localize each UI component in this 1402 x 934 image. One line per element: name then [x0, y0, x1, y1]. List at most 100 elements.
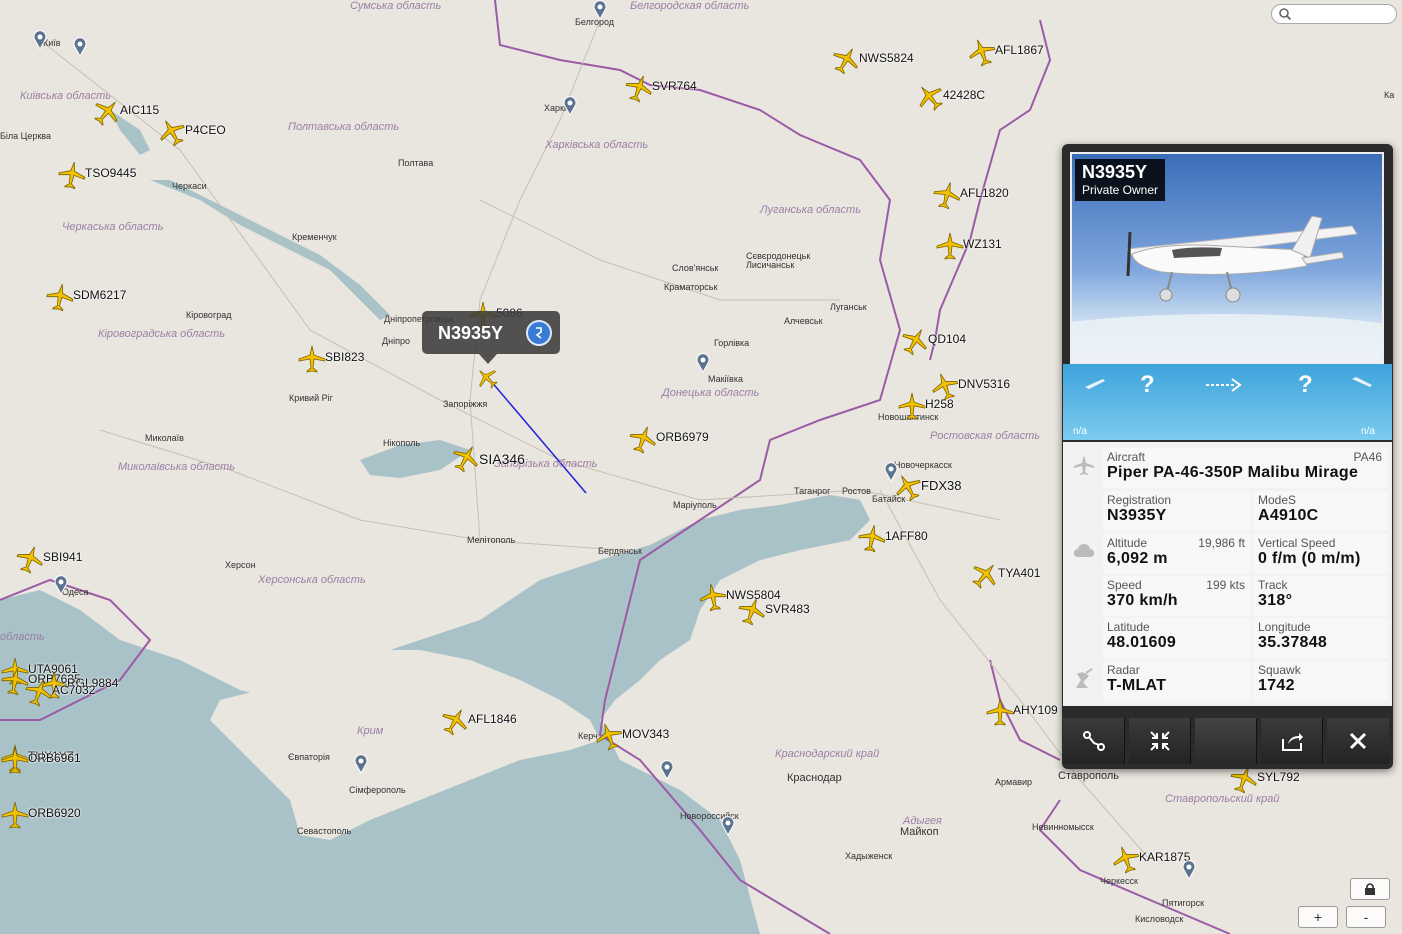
airport-pin-icon[interactable] [1181, 860, 1197, 880]
aircraft-marker[interactable]: SVR483 [737, 596, 810, 626]
aircraft-marker[interactable]: P4CEO [157, 117, 226, 147]
vspeed-value: 0 f/m (0 m/m) [1258, 550, 1361, 567]
airplane-icon [738, 598, 765, 626]
aircraft-marker[interactable]: WZ131 [935, 231, 1002, 261]
track-cell: Track 318° [1254, 576, 1388, 616]
aircraft-marker[interactable]: MOV343 [594, 721, 669, 751]
search-box[interactable] [1271, 4, 1397, 24]
flight-callsign: AIC115 [120, 103, 160, 117]
flight-callsign: AFL1846 [468, 712, 517, 726]
collapse-icon [1150, 731, 1170, 751]
collapse-button[interactable] [1129, 718, 1191, 764]
squawk-label: Squawk [1258, 663, 1301, 677]
route-arrow-icon [1206, 378, 1242, 392]
aircraft-marker[interactable]: H258 [897, 391, 954, 421]
airplane-icon [442, 709, 467, 736]
aircraft-marker[interactable]: NWS5804 [698, 582, 781, 612]
modes-cell: ModeS A4910C [1254, 491, 1388, 531]
aircraft-marker[interactable]: AHY109 [985, 697, 1058, 727]
airplane-icon [160, 120, 185, 147]
route-from: ? [1140, 371, 1155, 398]
aircraft-marker[interactable]: SIA346 [451, 443, 525, 473]
speed-cell: Speed 199 kts 370 km/h [1103, 576, 1251, 616]
aircraft-marker[interactable]: TYA401 [970, 560, 1040, 590]
aircraft-marker[interactable]: AFL1867 [967, 37, 1044, 67]
aircraft-marker[interactable]: ORB6920 [0, 800, 81, 830]
flight-callsign: SDM6217 [73, 288, 127, 302]
flight-callsign: P4CEO [185, 123, 226, 137]
flight-callsign: NWS5824 [859, 51, 914, 65]
radar-cell: Radar T-MLAT [1103, 661, 1251, 701]
aircraft-marker[interactable]: AIC115 [92, 97, 159, 127]
airplane-icon [833, 48, 858, 75]
lock-button[interactable] [1350, 878, 1390, 900]
speed-kts: 199 kts [1206, 578, 1245, 592]
aircraft-marker[interactable]: 42428C [915, 82, 985, 112]
aircraft-photo: N3935Y Private Owner [1070, 152, 1384, 364]
airplane-icon [94, 101, 118, 126]
follow-icon[interactable] [526, 320, 552, 346]
airplane-icon [933, 182, 961, 210]
aircraft-marker[interactable]: NWS5824 [831, 45, 914, 75]
flight-callsign: SBI941 [43, 550, 83, 564]
aircraft-marker[interactable]: 1AFF80 [857, 523, 928, 553]
airplane-icon [625, 75, 652, 103]
close-icon [1349, 732, 1367, 750]
aircraft-marker[interactable]: QD104 [900, 326, 966, 356]
airport-pin-icon[interactable] [32, 30, 48, 50]
airport-pin-icon[interactable] [72, 37, 88, 57]
route-button[interactable] [1063, 718, 1125, 764]
selected-aircraft-marker[interactable] [475, 366, 499, 390]
aircraft-marker[interactable]: SVR764 [624, 73, 697, 103]
aircraft-marker[interactable]: TSO9445 [57, 160, 136, 190]
aircraft-marker[interactable]: AFL1820 [932, 180, 1009, 210]
aircraft-marker[interactable]: AFL1846 [440, 706, 517, 736]
search-input[interactable] [1294, 6, 1394, 24]
share-button[interactable] [1261, 718, 1323, 764]
altitude-label: Altitude [1107, 536, 1148, 550]
airport-pin-icon[interactable] [883, 462, 899, 482]
aircraft-marker[interactable]: ORB6961 [0, 745, 81, 775]
aircraft-marker[interactable]: KAR1875 [1111, 844, 1190, 874]
airport-pin-icon[interactable] [353, 754, 369, 774]
speed-label: Speed [1107, 578, 1142, 592]
aircraft-label: Aircraft [1107, 450, 1146, 464]
flight-callsign: AFL1820 [960, 186, 1009, 200]
aircraft-marker[interactable]: SBI823 [297, 344, 364, 374]
flight-callsign: SVR764 [652, 79, 697, 93]
airport-pin-icon[interactable] [720, 816, 736, 836]
zoom-out-button[interactable]: - [1346, 906, 1386, 928]
flight-callsign: SIA346 [479, 451, 525, 467]
speed-value: 370 km/h [1107, 592, 1178, 609]
aircraft-marker[interactable]: ORB6979 [628, 424, 709, 454]
airport-pin-icon[interactable] [659, 760, 675, 780]
share-icon [1282, 733, 1303, 751]
airport-pin-icon[interactable] [53, 575, 69, 595]
squawk-value: 1742 [1258, 677, 1295, 694]
airport-pin-icon[interactable] [592, 0, 608, 20]
search-icon [1279, 8, 1292, 21]
airplane-icon [969, 39, 996, 67]
panel-owner: Private Owner [1082, 183, 1159, 197]
longitude-cell: Longitude 35.37848 [1254, 618, 1388, 658]
airplane-icon [453, 446, 478, 473]
track-label: Track [1258, 578, 1288, 592]
vspeed-label: Vertical Speed [1258, 536, 1336, 550]
zoom-in-button[interactable]: + [1298, 906, 1338, 928]
flight-callsign: MOV343 [622, 727, 670, 741]
selected-flight-tooltip[interactable]: N3935Y [422, 311, 560, 364]
flight-callsign: 1AFF80 [885, 529, 928, 543]
registration-value: N3935Y [1107, 507, 1167, 524]
airplane-icon [25, 679, 52, 707]
flight-callsign: SBI823 [325, 350, 365, 364]
airport-pin-icon[interactable] [562, 96, 578, 116]
close-button[interactable] [1327, 718, 1389, 764]
aircraft-marker[interactable]: SDM6217 [45, 282, 126, 312]
route-to-time: n/a [1361, 426, 1375, 437]
aircraft-row: Aircraft PA46 Piper PA-46-350P Malibu Mi… [1103, 448, 1388, 488]
aircraft-marker[interactable]: AC7032 [24, 677, 95, 707]
airport-pin-icon[interactable] [695, 353, 711, 373]
vspeed-cell: Vertical Speed 0 f/m (0 m/m) [1254, 534, 1388, 574]
photo-caption: N3935Y Private Owner [1075, 159, 1166, 201]
aircraft-marker[interactable]: SBI941 [15, 544, 82, 574]
